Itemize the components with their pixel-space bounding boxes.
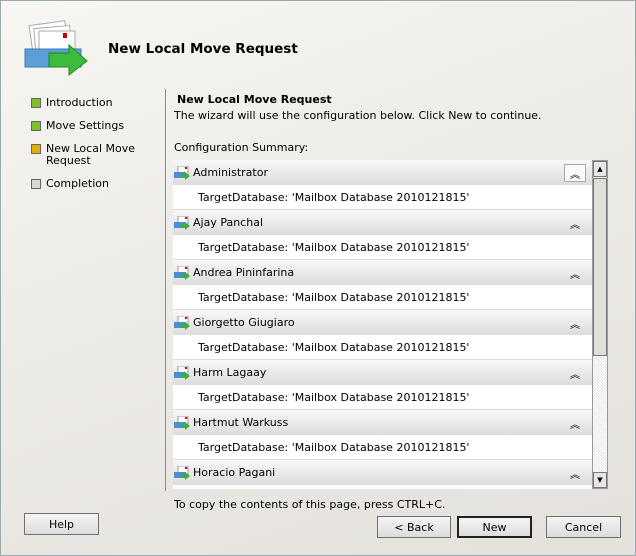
wizard-steps: Introduction Move Settings New Local Move …	[31, 97, 156, 201]
mailbox-name: Horacio Pagani	[193, 466, 276, 479]
mailbox-name: Hartmut Warkuss	[193, 416, 289, 429]
page-description: The wizard will use the configuration be…	[174, 109, 542, 122]
mailbox-row-header[interactable]: Giorgetto Giugiaro ︽	[173, 310, 592, 335]
mailbox-row-detail: TargetDatabase: 'Mailbox Database 201012…	[173, 235, 592, 260]
mailbox-move-icon	[174, 166, 190, 180]
step-status-icon	[31, 179, 41, 189]
mailbox-row-detail: TargetDatabase: 'Mailbox Database 201012…	[173, 435, 592, 460]
mailbox-name: Ajay Panchal	[193, 216, 263, 229]
mailbox-move-icon	[174, 216, 190, 230]
mailbox-row-header[interactable]: Horacio Pagani ︽	[173, 460, 592, 485]
cancel-button[interactable]: Cancel	[546, 516, 621, 538]
step-item: Move Settings	[31, 120, 156, 132]
summary-label: Configuration Summary:	[174, 141, 309, 154]
mailbox-move-icon	[174, 466, 190, 480]
mailbox-row-header[interactable]: Andrea Pininfarina ︽	[173, 260, 592, 285]
collapse-chevron-icon[interactable]: ︽	[564, 164, 586, 182]
mailbox-name: Giorgetto Giugiaro	[193, 316, 295, 329]
collapse-chevron-icon[interactable]: ︽	[564, 464, 586, 482]
collapse-chevron-icon[interactable]: ︽	[564, 314, 586, 332]
back-button[interactable]: < Back	[377, 516, 451, 538]
target-database: TargetDatabase: 'Mailbox Database 201012…	[198, 190, 470, 204]
collapse-chevron-icon[interactable]: ︽	[564, 364, 586, 382]
mailbox-move-icon	[174, 316, 190, 330]
mailbox-move-icon	[174, 266, 190, 280]
step-label: Introduction	[46, 96, 113, 109]
help-button[interactable]: Help	[24, 513, 99, 535]
configuration-summary-list: Administrator ︽ TargetDatabase: 'Mailbox D…	[173, 160, 592, 489]
mailbox-row-detail: TargetDatabase: 'Mailbox Database 201012…	[173, 335, 592, 360]
collapse-chevron-icon[interactable]: ︽	[564, 264, 586, 282]
new-button[interactable]: New	[457, 516, 532, 538]
target-database: TargetDatabase: 'Mailbox Database 201012…	[198, 240, 470, 254]
scroll-down-button[interactable]: ▼	[593, 472, 607, 488]
mailbox-row-header[interactable]: Ajay Panchal ︽	[173, 210, 592, 235]
step-status-icon	[31, 144, 41, 154]
divider	[165, 89, 166, 491]
mailbox-name: Administrator	[193, 166, 268, 179]
mailbox-row-header[interactable]: Administrator ︽	[173, 160, 592, 185]
step-item: Completion	[31, 178, 156, 190]
target-database: TargetDatabase: 'Mailbox Database 201012…	[198, 390, 470, 404]
move-mailbox-logo-icon	[24, 20, 88, 77]
mailbox-move-icon	[174, 416, 190, 430]
page-title: New Local Move Request	[177, 93, 332, 106]
mailbox-row-detail: TargetDatabase: 'Mailbox Database 201012…	[173, 285, 592, 310]
step-item: Introduction	[31, 97, 156, 109]
mailbox-row-header[interactable]: Harm Lagaay ︽	[173, 360, 592, 385]
copy-hint: To copy the contents of this page, press…	[174, 498, 446, 511]
scroll-up-button[interactable]: ▲	[593, 161, 607, 177]
step-label: New Local Move Request	[46, 142, 135, 167]
target-database: TargetDatabase: 'Mailbox Database 201012…	[198, 290, 470, 304]
step-status-icon	[31, 98, 41, 108]
step-label: Completion	[46, 177, 110, 190]
wizard-title: New Local Move Request	[108, 41, 298, 57]
mailbox-row-detail: TargetDatabase: 'Mailbox Database 201012…	[173, 185, 592, 210]
step-label: Move Settings	[46, 119, 125, 132]
mailbox-row-header[interactable]: Hartmut Warkuss ︽	[173, 410, 592, 435]
target-database: TargetDatabase: 'Mailbox Database 201012…	[198, 440, 470, 454]
mailbox-name: Andrea Pininfarina	[193, 266, 295, 279]
target-database: TargetDatabase: 'Mailbox Database 201012…	[198, 340, 470, 354]
scrollbar[interactable]: ▲ ▼	[592, 160, 608, 489]
mailbox-row-detail: TargetDatabase: 'Mailbox Database 201012…	[173, 385, 592, 410]
collapse-chevron-icon[interactable]: ︽	[564, 214, 586, 232]
step-item: New Local Move Request	[31, 143, 156, 167]
mailbox-move-icon	[174, 366, 190, 380]
mailbox-name: Harm Lagaay	[193, 366, 267, 379]
collapse-chevron-icon[interactable]: ︽	[564, 414, 586, 432]
scroll-thumb[interactable]	[593, 178, 607, 356]
wizard-window: New Local Move Request Introduction Move …	[0, 0, 636, 556]
step-status-icon	[31, 121, 41, 131]
